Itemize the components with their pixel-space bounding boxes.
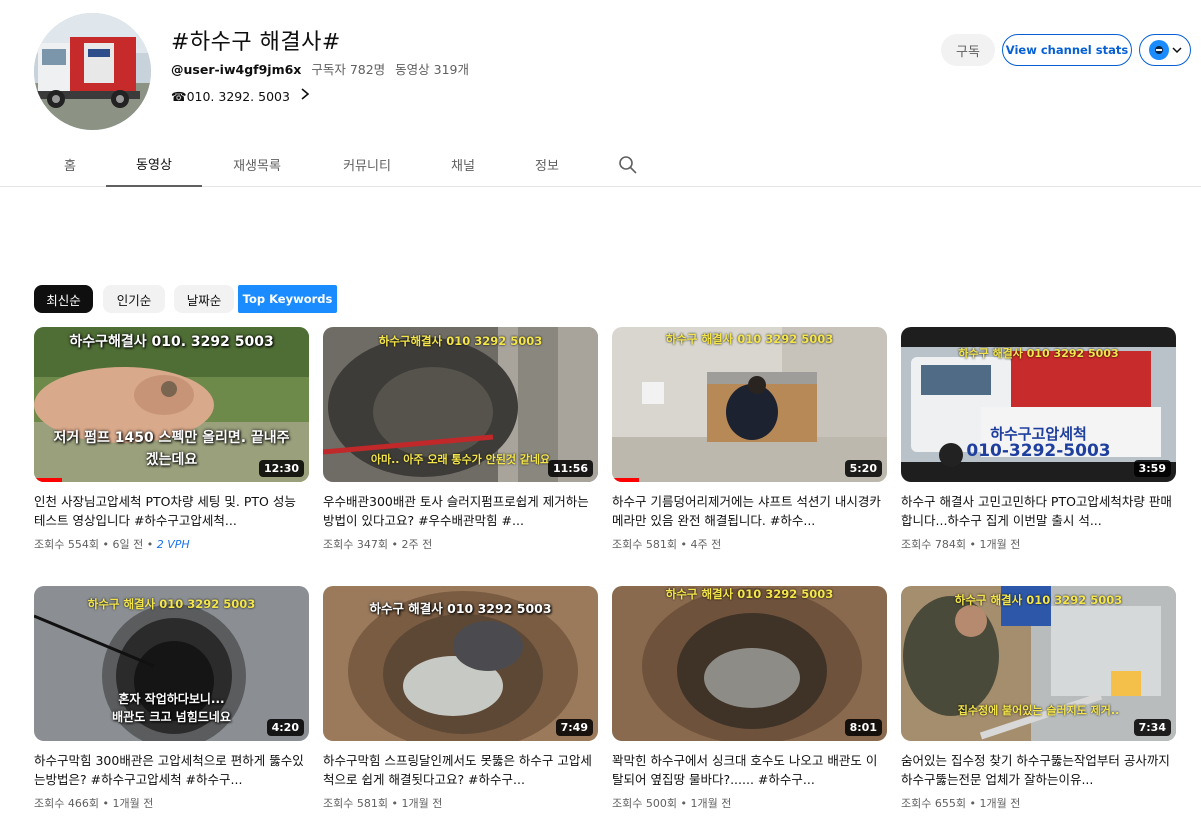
chip-oldest[interactable]: 날짜순 xyxy=(174,285,234,313)
tab-playlists[interactable]: 재생목록 xyxy=(216,142,298,187)
search-icon[interactable] xyxy=(617,154,639,176)
thumbnail-overlay-top: 하수구해결사 010. 3292 5003 xyxy=(69,334,274,350)
chevron-right-icon xyxy=(300,88,310,104)
thumbnail-overlay-top: 하수구 해결사 010 3292 5003 xyxy=(954,593,1123,607)
video-meta: 조회수 581회 • 4주 전 xyxy=(612,538,722,551)
tab-videos[interactable]: 동영상 xyxy=(106,142,202,187)
video-thumbnail[interactable]: 하수구 해결사 010 3292 5003 집수정에 붙어있는 슬러지도 제거.… xyxy=(901,586,1176,741)
video-meta: 조회수 347회 • 2주 전 xyxy=(323,538,433,551)
video-card[interactable]: 하수구해결사 010. 3292 5003 저거 펌프 1450 스펙만 올리면… xyxy=(34,327,309,552)
video-duration: 4:20 xyxy=(266,719,304,736)
tab-about[interactable]: 정보 xyxy=(514,142,580,187)
chip-latest[interactable]: 최신순 xyxy=(34,285,93,313)
video-meta: 조회수 554회 • 6일 전 • 2 VPH xyxy=(34,538,190,551)
channel-link-text: ☎010. 3292. 5003 xyxy=(171,88,290,104)
upload-age: 1개월 전 xyxy=(690,797,732,810)
video-card[interactable]: 하수구 해결사 010 3292 5003 하수구고압세척 010-3292-5… xyxy=(901,327,1176,552)
channel-title: #하수구 해결사# xyxy=(171,30,341,55)
video-thumbnail[interactable]: 하수구 해결사 010 3292 5003 혼자 작업하다보니... 배관도 크… xyxy=(34,586,309,741)
video-card[interactable]: 하수구 해결사 010 3292 5003 7:49 하수구막힘 스프링달인께서… xyxy=(323,586,598,811)
upload-age: 1개월 전 xyxy=(979,797,1021,810)
thumbnail-overlay-top: 하수구 해결사 010 3292 5003 xyxy=(665,332,834,346)
video-thumbnail[interactable]: 하수구해결사 010 3292 5003 아마.. 아주 오래 통수가 안된것 … xyxy=(323,327,598,482)
watch-progress-bar xyxy=(612,478,639,482)
view-count: 조회수 581회 xyxy=(612,538,677,551)
view-channel-stats-button[interactable]: View channel stats xyxy=(1002,34,1132,66)
video-title[interactable]: 우수배관300배관 토사 슬러지펌프로쉽게 제거하는방법이 있다고요? #우수배… xyxy=(323,492,598,530)
video-count: 동영상 319개 xyxy=(395,62,470,77)
view-count: 조회수 655회 xyxy=(901,797,966,810)
view-count: 조회수 554회 xyxy=(34,538,99,551)
vph-badge: 2 VPH xyxy=(156,538,190,551)
view-count: 조회수 784회 xyxy=(901,538,966,551)
video-meta: 조회수 466회 • 1개월 전 xyxy=(34,797,154,810)
view-count: 조회수 466회 xyxy=(34,797,99,810)
view-count: 조회수 347회 xyxy=(323,538,388,551)
tab-community[interactable]: 커뮤니티 xyxy=(326,142,408,187)
extension-logo-icon xyxy=(1148,40,1169,60)
top-keywords-button[interactable]: Top Keywords xyxy=(238,285,337,313)
thumbnail-overlay-text: 혼자 작업하다보니... xyxy=(118,692,225,706)
subscriber-count: 구독자 782명 xyxy=(311,62,386,77)
thumbnail-overlay-top: 하수구 해결사 010 3292 5003 xyxy=(665,587,834,601)
video-card[interactable]: 하수구 해결사 010 3292 5003 5:20 하수구 기름덩어리제거에는… xyxy=(612,327,887,552)
video-duration: 7:49 xyxy=(555,719,593,736)
subscribe-button[interactable]: 구독 xyxy=(941,34,995,66)
video-thumbnail[interactable]: 하수구해결사 010. 3292 5003 저거 펌프 1450 스펙만 올리면… xyxy=(34,327,309,482)
video-meta: 조회수 500회 • 1개월 전 xyxy=(612,797,732,810)
video-duration: 11:56 xyxy=(547,460,593,477)
video-duration: 3:59 xyxy=(1133,460,1171,477)
video-duration: 8:01 xyxy=(844,719,882,736)
upload-age: 1개월 전 xyxy=(401,797,443,810)
video-thumbnail[interactable]: 하수구 해결사 010 3292 5003 하수구고압세척 010-3292-5… xyxy=(901,327,1176,482)
video-meta: 조회수 655회 • 1개월 전 xyxy=(901,797,1021,810)
tab-home[interactable]: 홈 xyxy=(40,142,100,187)
channel-meta: @user-iw4gf9jm6x 구독자 782명 동영상 319개 xyxy=(171,59,469,78)
view-count: 조회수 581회 xyxy=(323,797,388,810)
thumbnail-overlay-text: 저거 펌프 1450 스펙만 올리면. 끝내주 xyxy=(53,430,290,446)
chevron-down-icon xyxy=(1171,44,1182,57)
view-count: 조회수 500회 xyxy=(612,797,677,810)
video-duration: 7:34 xyxy=(1133,719,1171,736)
video-title[interactable]: 하수구 기름덩어리제거에는 샤프트 석션기 내시경카메라만 있음 완전 해결됩니… xyxy=(612,492,887,530)
upload-age: 4주 전 xyxy=(690,538,722,551)
thumbnail-overlay-text: 집수정에 붙어있는 슬러지도 제거.. xyxy=(957,704,1120,717)
video-duration: 5:20 xyxy=(844,460,882,477)
video-title[interactable]: 하수구막힘 스프링달인께서도 못뚫은 하수구 고압세척으로 쉽게 해결됫다고요?… xyxy=(323,751,598,789)
video-thumbnail[interactable]: 하수구 해결사 010 3292 5003 7:49 xyxy=(323,586,598,741)
channel-link[interactable]: ☎010. 3292. 5003 xyxy=(171,88,310,104)
video-thumbnail[interactable]: 하수구 해결사 010 3292 5003 5:20 xyxy=(612,327,887,482)
video-card[interactable]: 하수구 해결사 010 3292 5003 집수정에 붙어있는 슬러지도 제거.… xyxy=(901,586,1176,811)
video-title[interactable]: 숨어있는 집수정 찾기 하수구뚫는작업부터 공사까지 하수구뚫는전문 업체가 잘… xyxy=(901,751,1176,789)
video-card[interactable]: 하수구해결사 010 3292 5003 아마.. 아주 오래 통수가 안된것 … xyxy=(323,327,598,552)
chip-popular[interactable]: 인기순 xyxy=(103,285,165,313)
thumbnail-overlay-top: 하수구해결사 010 3292 5003 xyxy=(378,334,543,348)
upload-age: 1개월 전 xyxy=(112,797,154,810)
extension-menu-button[interactable] xyxy=(1139,34,1191,66)
video-meta: 조회수 784회 • 1개월 전 xyxy=(901,538,1021,551)
upload-age: 2주 전 xyxy=(401,538,433,551)
channel-handle: @user-iw4gf9jm6x xyxy=(171,62,302,77)
thumbnail-overlay-top: 하수구 해결사 010 3292 5003 xyxy=(958,347,1119,360)
video-card[interactable]: 하수구 해결사 010 3292 5003 8:01 꽉막힌 하수구에서 싱크대… xyxy=(612,586,887,811)
watch-progress-bar xyxy=(34,478,62,482)
video-card[interactable]: 하수구 해결사 010 3292 5003 혼자 작업하다보니... 배관도 크… xyxy=(34,586,309,811)
video-meta: 조회수 581회 • 1개월 전 xyxy=(323,797,443,810)
video-title[interactable]: 하수구막힘 300배관은 고압세척으로 편하게 뚫수있는방법은? #하수구고압세… xyxy=(34,751,309,789)
video-duration: 12:30 xyxy=(258,460,304,477)
thumbnail-overlay-top: 하수구 해결사 010 3292 5003 xyxy=(87,597,256,611)
tab-channels[interactable]: 채널 xyxy=(430,142,496,187)
upload-age: 6일 전 xyxy=(112,538,144,551)
video-thumbnail[interactable]: 하수구 해결사 010 3292 5003 8:01 xyxy=(612,586,887,741)
upload-age: 1개월 전 xyxy=(979,538,1021,551)
video-title[interactable]: 하수구 해결사 고민고민하다 PTO고압세척차량 판매합니다...하수구 집게 … xyxy=(901,492,1176,530)
thumbnail-overlay-text: 010-3292-5003 xyxy=(966,441,1111,461)
thumbnail-overlay-top: 하수구 해결사 010 3292 5003 xyxy=(369,601,552,616)
channel-tabs: 홈 동영상 재생목록 커뮤니티 채널 정보 xyxy=(0,142,1201,187)
video-title[interactable]: 인천 사장님고압세척 PTO차량 세팅 및. PTO 성능 테스트 영상입니다 … xyxy=(34,492,309,530)
channel-avatar[interactable] xyxy=(34,13,151,130)
video-title[interactable]: 꽉막힌 하수구에서 싱크대 호수도 나오고 배관도 이탈되어 옆집땅 물바다?.… xyxy=(612,751,887,789)
